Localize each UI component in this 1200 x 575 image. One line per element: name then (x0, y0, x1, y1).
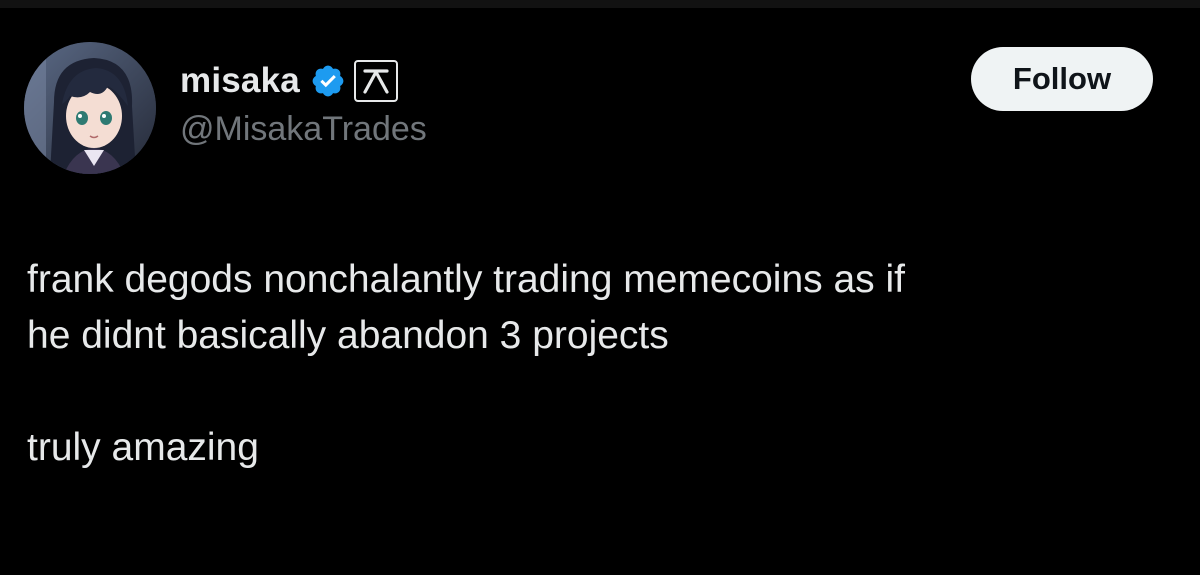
name-row: misaka (180, 58, 427, 104)
tweet-card: misaka @MisakaTrades Follow frank degods (0, 0, 1200, 575)
user-handle[interactable]: @MisakaTrades (180, 110, 427, 149)
author-block: misaka @MisakaTrades (180, 58, 427, 149)
follow-button[interactable]: Follow (971, 47, 1153, 111)
verified-badge-icon (310, 63, 346, 99)
tweet-text-line-1: frank degods nonchalantly trading memeco… (27, 258, 905, 301)
tweet-text-line-2: he didnt basically abandon 3 projects (27, 314, 669, 357)
tweet-text-line-3: truly amazing (27, 426, 259, 469)
tweet-text: frank degods nonchalantly trading memeco… (27, 252, 1177, 476)
avatar-image (24, 42, 156, 174)
display-name[interactable]: misaka (180, 61, 300, 101)
avatar[interactable] (24, 42, 156, 174)
affiliate-badge-icon[interactable] (353, 60, 398, 102)
